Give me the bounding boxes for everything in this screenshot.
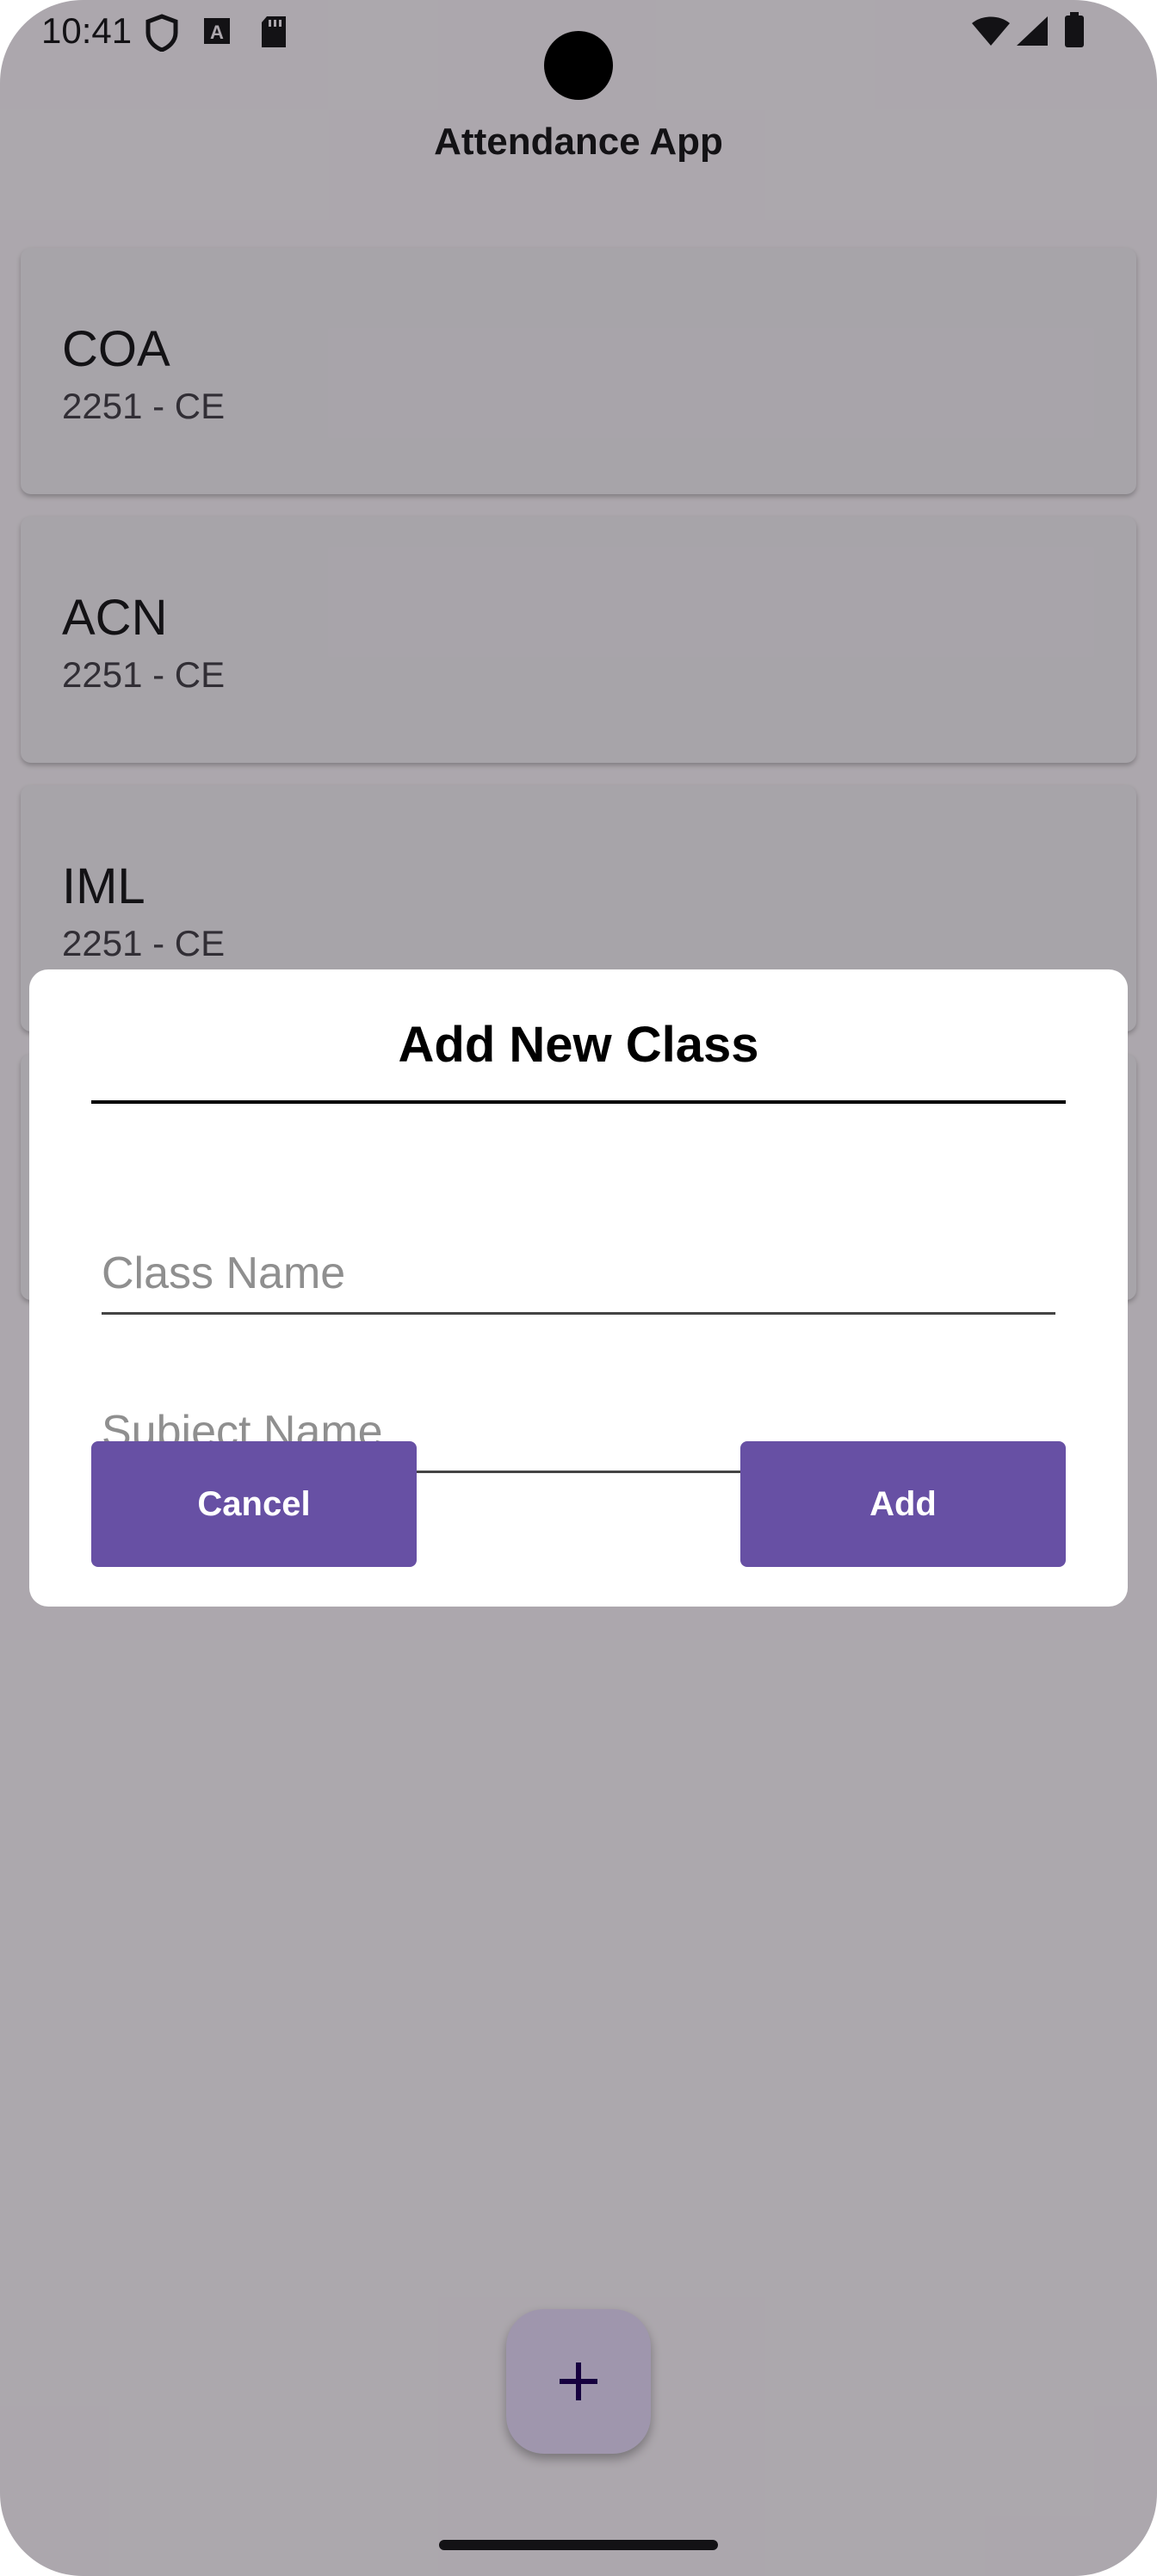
add-button[interactable]: Add [740,1441,1066,1567]
cancel-button[interactable]: Cancel [91,1441,417,1567]
dialog-divider [91,1100,1066,1104]
add-class-dialog: Add New Class Cancel Add [29,969,1128,1607]
dialog-title: Add New Class [398,1017,759,1073]
app-screen: 10:41 A Attendance App COA 2251 - CE ACN… [0,0,1157,2576]
class-name-input[interactable] [102,1235,1055,1315]
